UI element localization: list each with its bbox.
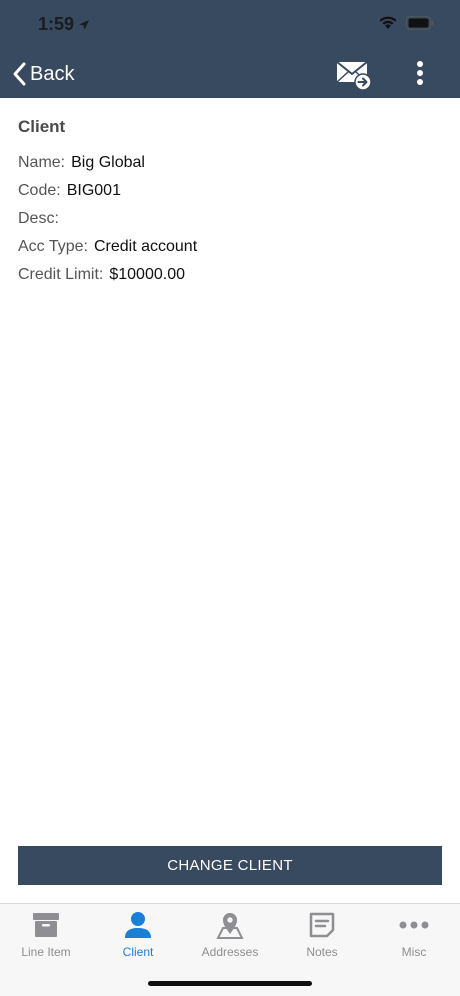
tab-notes[interactable]: Notes	[276, 904, 368, 964]
field-label: Credit Limit:	[18, 266, 104, 283]
status-time: 1:59	[38, 14, 90, 35]
home-indicator[interactable]	[148, 981, 312, 986]
chevron-left-icon	[13, 62, 26, 86]
field-desc: Desc:	[18, 210, 65, 228]
map-pin-icon	[215, 910, 245, 940]
field-label: Name:	[18, 154, 66, 171]
field-value: BIG001	[66, 182, 121, 199]
tab-line-item[interactable]: Line Item	[0, 904, 92, 964]
field-credit-limit: Credit Limit: $10000.00	[18, 266, 185, 284]
back-button[interactable]: Back	[10, 58, 74, 90]
tab-label: Misc	[401, 945, 427, 959]
tab-label: Client	[122, 945, 154, 959]
battery-icon	[406, 15, 434, 30]
tab-client[interactable]: Client	[92, 904, 184, 964]
more-options-button[interactable]	[408, 58, 432, 90]
tab-label: Line Item	[21, 945, 71, 959]
note-icon	[307, 910, 337, 940]
location-arrow-icon	[79, 19, 90, 30]
tab-label: Notes	[306, 945, 338, 959]
tab-misc[interactable]: Misc	[368, 904, 460, 964]
field-value: Big Global	[71, 154, 145, 171]
back-label: Back	[30, 62, 75, 85]
client-detail-screen: 1:59 Back Client Name: Big Global Code: …	[0, 0, 460, 996]
field-name: Name: Big Global	[18, 154, 145, 172]
status-indicators	[378, 15, 434, 30]
tab-addresses[interactable]: Addresses	[184, 904, 276, 964]
navigation-header: 1:59 Back	[0, 0, 460, 98]
mail-forward-icon	[336, 61, 372, 91]
more-vertical-icon	[417, 61, 423, 85]
field-value: $10000.00	[109, 266, 185, 283]
send-email-button[interactable]	[334, 58, 374, 92]
section-title: Client	[18, 117, 66, 136]
field-label: Code:	[18, 182, 61, 199]
more-horizontal-icon	[399, 910, 429, 940]
archive-box-icon	[31, 910, 61, 940]
field-value: Credit account	[93, 238, 198, 255]
change-client-button[interactable]: CHANGE CLIENT	[18, 846, 442, 885]
field-code: Code: BIG001	[18, 182, 121, 200]
field-acc-type: Acc Type: Credit account	[18, 238, 197, 256]
field-label: Desc:	[18, 210, 59, 227]
wifi-icon	[379, 16, 397, 29]
status-time-text: 1:59	[38, 14, 75, 34]
tab-label: Addresses	[201, 945, 259, 959]
field-label: Acc Type:	[18, 238, 88, 255]
person-icon	[123, 910, 153, 940]
